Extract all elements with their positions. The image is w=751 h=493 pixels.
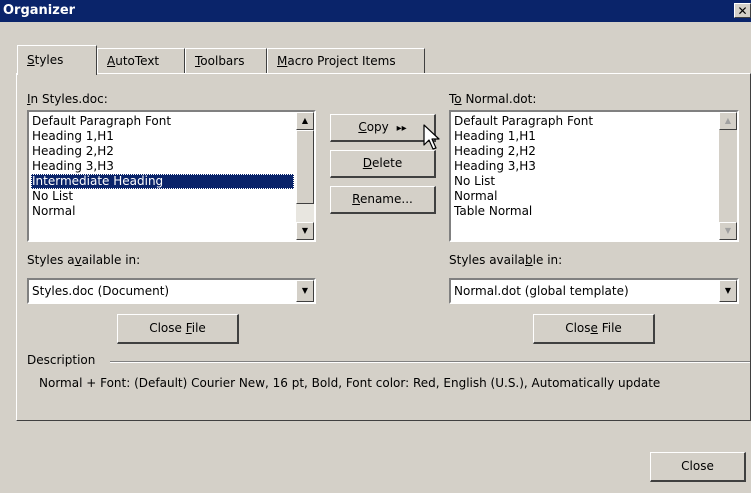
- description-text: Normal + Font: (Default) Courier New, 16…: [39, 376, 661, 390]
- scroll-thumb[interactable]: [296, 130, 314, 204]
- rename-button[interactable]: Rename...: [330, 186, 436, 214]
- description-divider: [110, 361, 750, 363]
- close-button[interactable]: Close: [650, 452, 746, 482]
- right-available-label: Styles available in:: [449, 253, 563, 267]
- right-available-select[interactable]: Normal.dot (global template) ▼: [449, 278, 739, 304]
- list-item[interactable]: Normal: [31, 204, 294, 219]
- tab-label: A: [107, 54, 116, 68]
- tab-label: M: [277, 54, 288, 68]
- list-item[interactable]: Default Paragraph Font: [453, 114, 593, 129]
- scroll-up-button: ▲: [719, 112, 737, 130]
- list-item[interactable]: Heading 2,H2: [453, 144, 593, 159]
- tab-toolbars[interactable]: Toolbars: [185, 48, 267, 74]
- list-item[interactable]: Heading 2,H2: [31, 144, 294, 159]
- scroll-down-button: ▼: [719, 222, 737, 240]
- tab-macro-project-items[interactable]: Macro Project Items: [267, 48, 425, 74]
- list-item[interactable]: Heading 3,H3: [453, 159, 593, 174]
- arrow-down-icon: ▼: [301, 226, 309, 235]
- select-value: Styles.doc (Document): [32, 284, 170, 298]
- list-item[interactable]: Heading 1,H1: [31, 129, 294, 144]
- right-items: Default Paragraph Font Heading 1,H1 Head…: [453, 114, 593, 219]
- right-styles-list[interactable]: Default Paragraph Font Heading 1,H1 Head…: [449, 110, 739, 242]
- left-available-label: Styles available in:: [27, 253, 141, 267]
- copy-button[interactable]: Copy ▸▸: [330, 114, 436, 142]
- list-item[interactable]: Default Paragraph Font: [31, 114, 294, 129]
- right-close-file-button[interactable]: Close File: [533, 314, 655, 344]
- delete-button[interactable]: Delete: [330, 150, 436, 178]
- left-list-label: In Styles.doc:: [27, 92, 108, 106]
- double-arrow-right-icon: ▸▸: [396, 123, 407, 134]
- scroll-down-button[interactable]: ▼: [296, 222, 314, 240]
- tab-label: S: [27, 53, 35, 67]
- arrow-up-icon: ▲: [301, 116, 309, 125]
- left-available-select[interactable]: Styles.doc (Document) ▼: [27, 278, 316, 304]
- scroll-up-button[interactable]: ▲: [296, 112, 314, 130]
- tab-autotext[interactable]: AutoText: [97, 48, 185, 74]
- list-item[interactable]: Table Normal: [453, 204, 593, 219]
- title-bar: Organizer ✕: [0, 0, 751, 22]
- tab-styles[interactable]: Styles: [17, 45, 97, 75]
- list-item-selected[interactable]: Intermediate Heading: [31, 174, 294, 189]
- right-scrollbar: ▲ ▼: [719, 112, 737, 240]
- dropdown-button[interactable]: ▼: [719, 280, 737, 302]
- list-item[interactable]: No List: [31, 189, 294, 204]
- list-item[interactable]: Heading 3,H3: [31, 159, 294, 174]
- left-styles-list[interactable]: Default Paragraph Font Heading 1,H1 Head…: [27, 110, 316, 242]
- window-title: Organizer: [3, 3, 76, 18]
- left-close-file-button[interactable]: Close File: [117, 314, 239, 344]
- list-item[interactable]: Heading 1,H1: [453, 129, 593, 144]
- arrow-up-icon: ▲: [724, 116, 732, 125]
- chevron-down-icon: ▼: [301, 286, 309, 295]
- list-item[interactable]: No List: [453, 174, 593, 189]
- list-item[interactable]: Normal: [453, 189, 593, 204]
- arrow-down-icon: ▼: [724, 226, 732, 235]
- chevron-down-icon: ▼: [724, 286, 732, 295]
- mouse-pointer-icon: [423, 124, 440, 150]
- description-label: Description: [27, 353, 96, 367]
- close-window-button[interactable]: ✕: [734, 3, 751, 18]
- right-list-label: To Normal.dot:: [449, 92, 537, 106]
- dropdown-button[interactable]: ▼: [296, 280, 314, 302]
- left-scrollbar[interactable]: ▲ ▼: [296, 112, 314, 240]
- left-items: Default Paragraph Font Heading 1,H1 Head…: [31, 114, 294, 219]
- close-icon: ✕: [737, 4, 748, 18]
- select-value: Normal.dot (global template): [454, 284, 629, 298]
